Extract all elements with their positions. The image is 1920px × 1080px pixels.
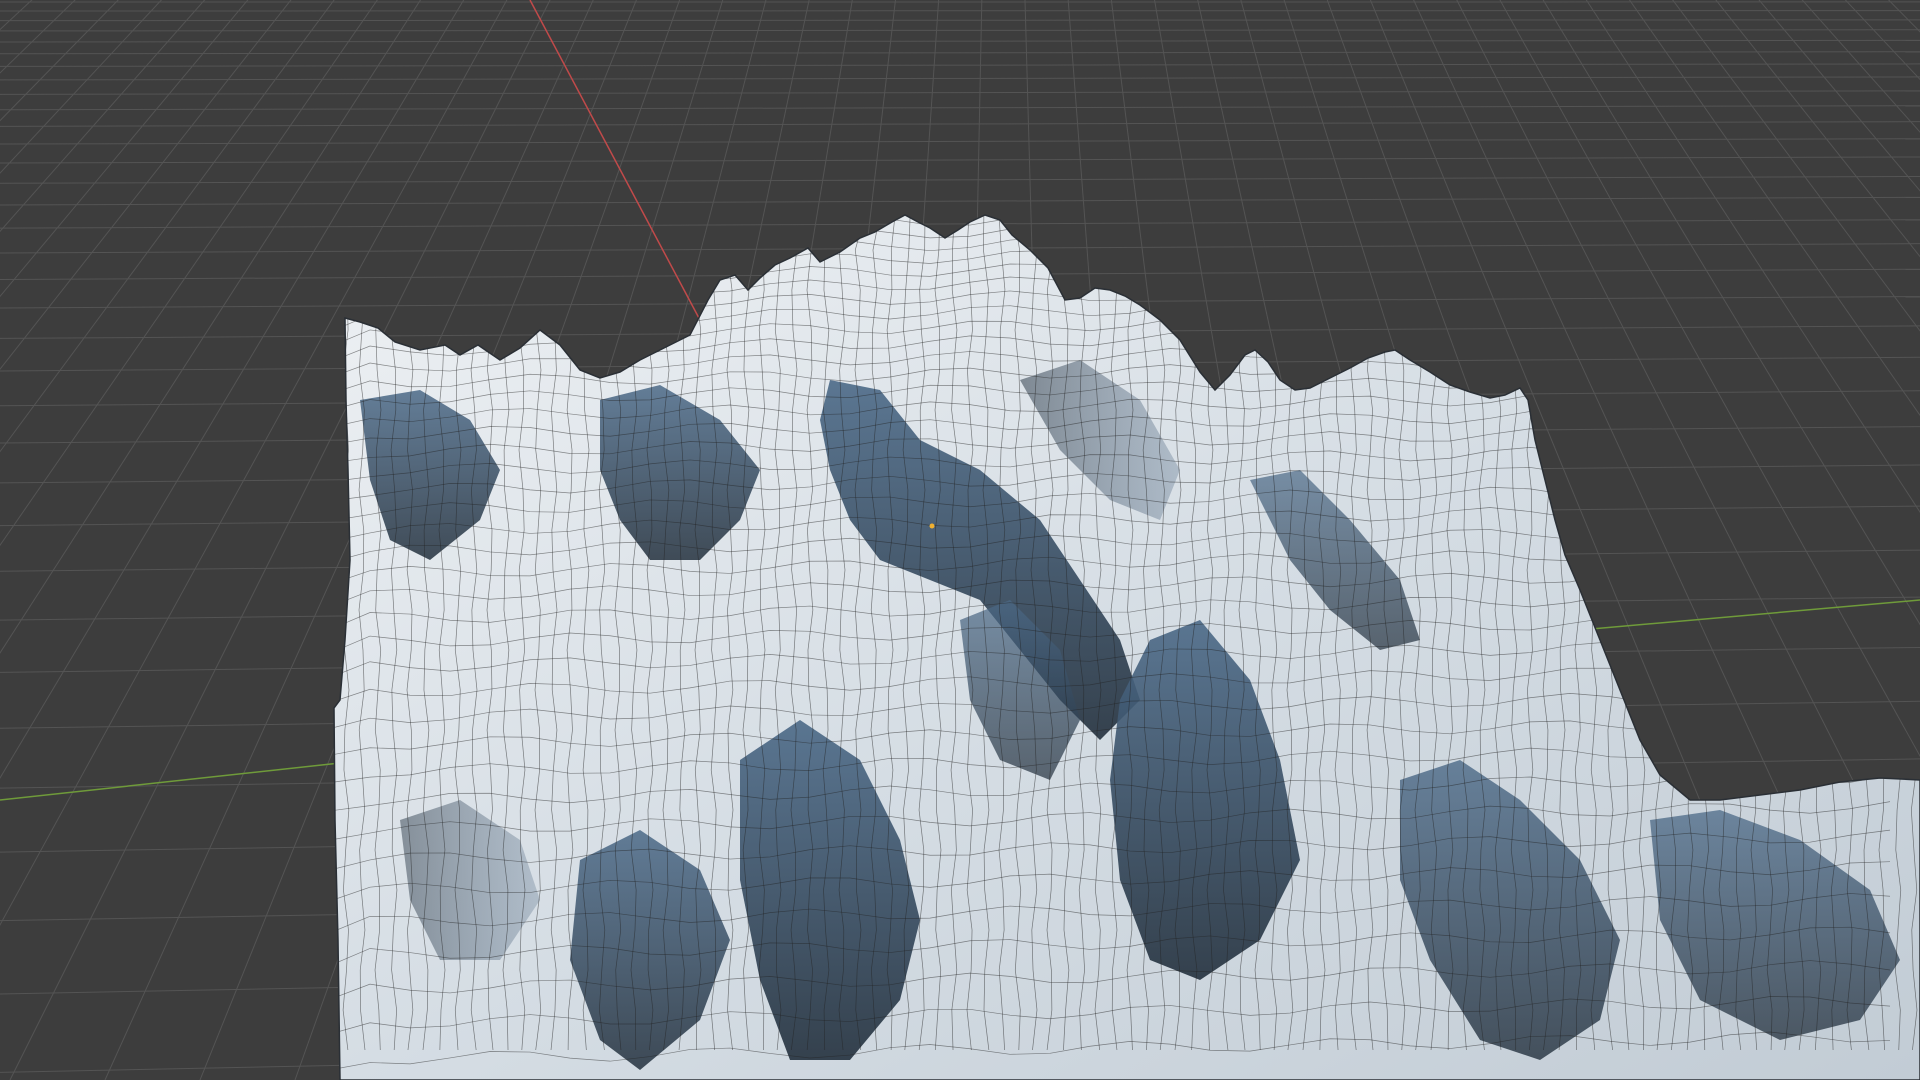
y-axis-line — [0, 762, 341, 801]
grid-line — [0, 76, 1920, 81]
grid-line — [0, 19, 1920, 22]
wireframe-edge — [334, 237, 1891, 278]
3d-viewport[interactable] — [0, 0, 1920, 1080]
grid-line — [0, 196, 1920, 206]
grid-line — [0, 29, 1920, 32]
object-origin-icon[interactable] — [929, 523, 935, 529]
wireframe-edge — [334, 215, 1891, 253]
grid-line — [0, 90, 1920, 95]
wireframe-edge — [334, 215, 1891, 241]
grid-line — [0, 219, 1920, 229]
grid-line — [0, 121, 1920, 127]
grid-line — [0, 138, 1920, 145]
grid-line — [0, 63, 1920, 67]
terrain-mesh[interactable] — [327, 200, 1920, 1080]
grid-line — [0, 105, 1920, 111]
viewport-canvas[interactable] — [0, 0, 1920, 1080]
grid-line — [0, 175, 1920, 184]
x-axis-line — [529, 0, 701, 321]
grid-line — [0, 39, 1920, 43]
grid-line — [0, 51, 1920, 55]
grid-line — [0, 156, 1920, 164]
y-axis-line-right — [1579, 599, 1920, 631]
